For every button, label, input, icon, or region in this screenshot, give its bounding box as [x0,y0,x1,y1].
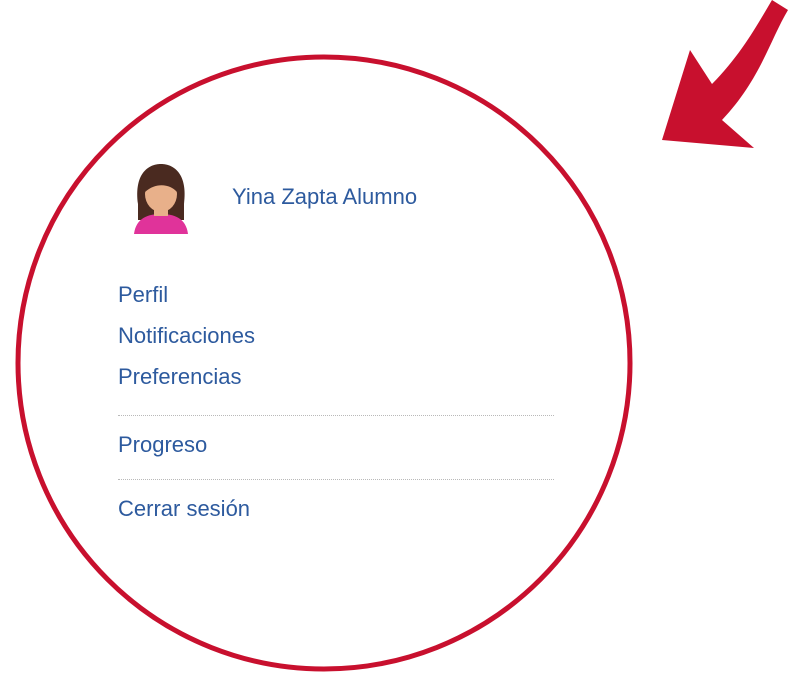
menu-item-perfil[interactable]: Perfil [118,274,558,315]
menu-divider [118,479,554,480]
user-header: Yina Zapta Alumno [118,158,558,238]
menu-divider [118,415,554,416]
menu-item-progreso[interactable]: Progreso [118,424,558,465]
menu-group-account: Perfil Notificaciones Preferencias [118,274,558,397]
menu-item-preferencias[interactable]: Preferencias [118,356,558,397]
curved-arrow-icon [662,0,788,148]
menu-item-cerrar-sesion[interactable]: Cerrar sesión [118,488,558,529]
user-name-link[interactable]: Yina Zapta Alumno [232,184,417,210]
menu-item-notificaciones[interactable]: Notificaciones [118,315,558,356]
user-dropdown-menu: Yina Zapta Alumno Perfil Notificaciones … [118,158,558,529]
female-user-avatar-icon[interactable] [118,158,204,238]
